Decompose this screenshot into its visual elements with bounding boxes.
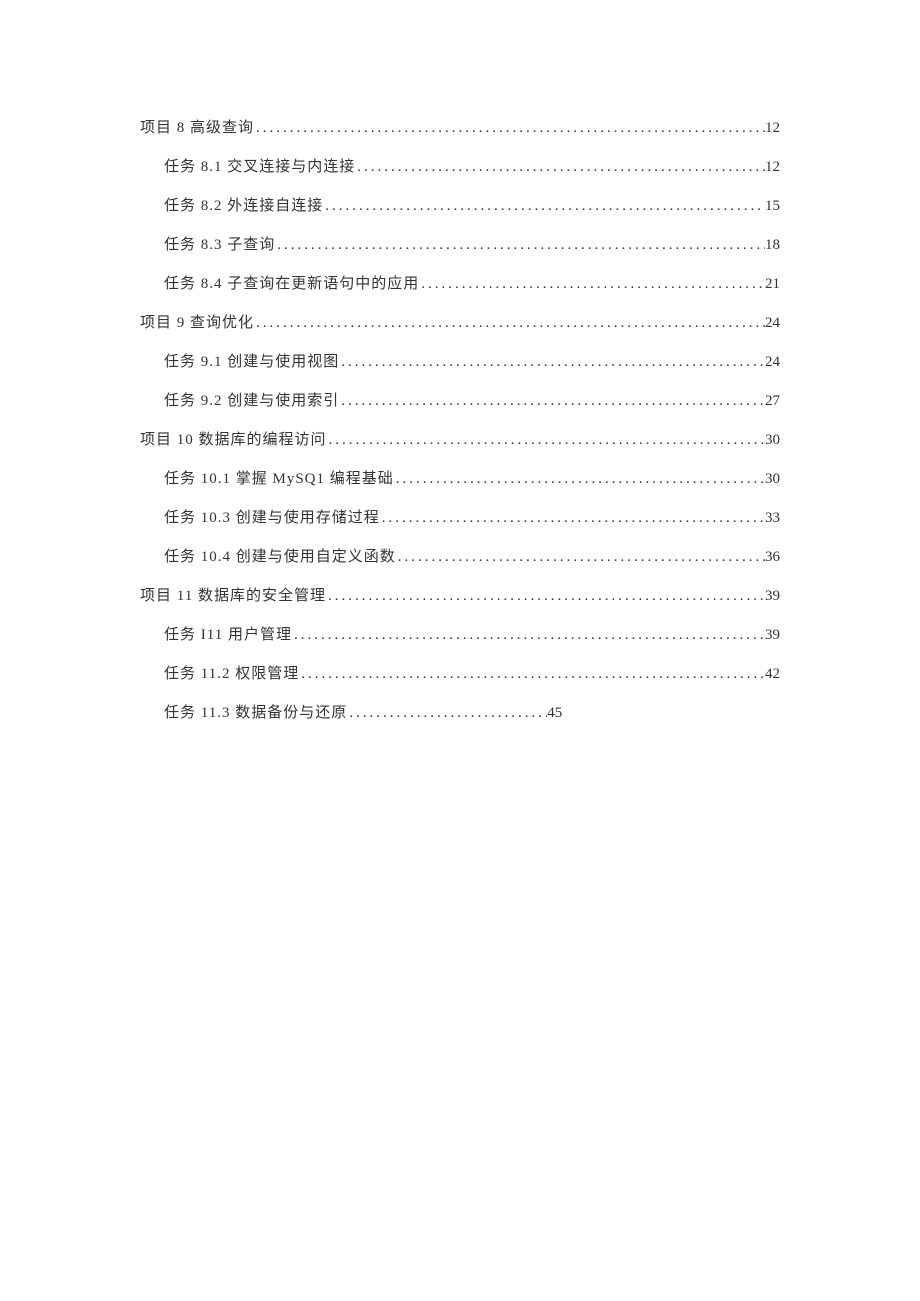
toc-leader-dots [396, 549, 765, 566]
toc-title: 任务 8.1 交叉连接与内连接 [164, 155, 355, 176]
toc-page-number: 24 [765, 315, 780, 332]
toc-entry: 任务 10.4 创建与使用自定义函数 36 [140, 545, 780, 566]
toc-title: 项目 8 高级查询 [140, 116, 254, 137]
toc-leader-dots [299, 666, 765, 683]
toc-title: 任务 10.4 创建与使用自定义函数 [164, 545, 396, 566]
toc-leader-dots [394, 471, 765, 488]
toc-page-number: 30 [765, 432, 780, 449]
toc-leader-dots [292, 627, 765, 644]
toc-page-number: 39 [765, 627, 780, 644]
toc-entry: 项目 9 查询优化 24 [140, 311, 780, 332]
toc-leader-dots [339, 354, 765, 371]
toc-entry: 任务 I11 用户管理 39 [140, 623, 780, 644]
toc-leader-dots [254, 120, 765, 137]
toc-entry: 任务 8.3 子查询 18 [140, 233, 780, 254]
toc-page-number: 18 [765, 237, 780, 254]
toc-title: 任务 9.2 创建与使用索引 [164, 389, 339, 410]
toc-title: 任务 9.1 创建与使用视图 [164, 350, 339, 371]
toc-page-number: 30 [765, 471, 780, 488]
toc-entry: 任务 10.1 掌握 MySQ1 编程基础 30 [140, 467, 780, 488]
toc-leader-dots [355, 159, 765, 176]
toc-page-number: 24 [765, 354, 780, 371]
toc-title: 任务 11.2 权限管理 [164, 662, 299, 683]
toc-title: 任务 10.3 创建与使用存储过程 [164, 506, 380, 527]
toc-title: 任务 8.4 子查询在更新语句中的应用 [164, 272, 419, 293]
toc-title: 任务 11.3 数据备份与还原 [164, 701, 347, 722]
toc-entry: 任务 11.2 权限管理 42 [140, 662, 780, 683]
toc-entry: 任务 9.1 创建与使用视图 24 [140, 350, 780, 371]
toc-leader-dots [339, 393, 765, 410]
toc-entry: 任务 8.1 交叉连接与内连接 12 [140, 155, 780, 176]
toc-title: 任务 8.2 外连接自连接 [164, 194, 323, 215]
toc-entry: 项目 11 数据库的安全管理 39 [140, 584, 780, 605]
toc-entry: 任务 11.3 数据备份与还原 45 [140, 701, 780, 722]
toc-title: 任务 I11 用户管理 [164, 623, 292, 644]
toc-title: 任务 8.3 子查询 [164, 233, 275, 254]
toc-title: 项目 10 数据库的编程访问 [140, 428, 327, 449]
table-of-contents: 项目 8 高级查询 12 任务 8.1 交叉连接与内连接 12 任务 8.2 外连接自连… [140, 116, 780, 722]
toc-leader-dots [419, 276, 765, 293]
toc-entry: 任务 8.4 子查询在更新语句中的应用 21 [140, 272, 780, 293]
toc-page-number: 33 [765, 510, 780, 527]
toc-entry: 任务 9.2 创建与使用索引 27 [140, 389, 780, 410]
toc-page-number: 45 [547, 705, 562, 722]
toc-page-number: 12 [765, 159, 780, 176]
toc-leader-dots [327, 432, 765, 449]
toc-entry: 任务 8.2 外连接自连接 15 [140, 194, 780, 215]
toc-page-number: 27 [765, 393, 780, 410]
toc-entry: 任务 10.3 创建与使用存储过程 33 [140, 506, 780, 527]
toc-page-number: 12 [765, 120, 780, 137]
toc-page-number: 21 [765, 276, 780, 293]
toc-page-number: 15 [765, 198, 780, 215]
toc-title: 任务 10.1 掌握 MySQ1 编程基础 [164, 467, 394, 488]
toc-entry: 项目 10 数据库的编程访问 30 [140, 428, 780, 449]
toc-entry: 项目 8 高级查询 12 [140, 116, 780, 137]
toc-title: 项目 11 数据库的安全管理 [140, 584, 326, 605]
toc-leader-dots [254, 315, 765, 332]
toc-page-number: 39 [765, 588, 780, 605]
toc-leader-dots [323, 198, 765, 215]
toc-title: 项目 9 查询优化 [140, 311, 254, 332]
toc-page-number: 36 [765, 549, 780, 566]
toc-leader-dots [380, 510, 765, 527]
toc-leader-dots [275, 237, 765, 254]
toc-leader-dots [347, 705, 547, 722]
toc-page-number: 42 [765, 666, 780, 683]
toc-leader-dots [326, 588, 765, 605]
